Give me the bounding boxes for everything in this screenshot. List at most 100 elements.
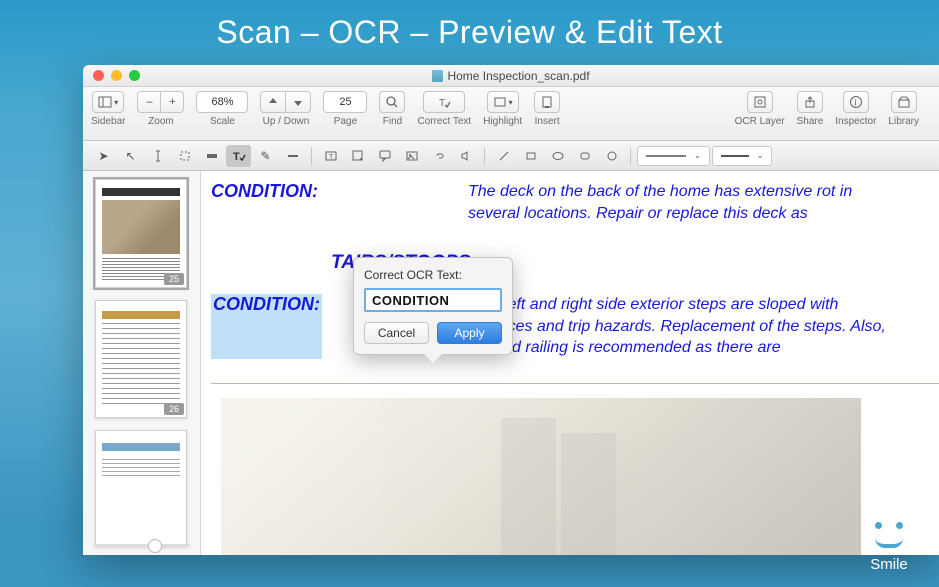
rect-tool[interactable] — [518, 145, 543, 167]
share-icon — [803, 95, 817, 109]
separator — [630, 147, 631, 165]
redact-tool[interactable] — [199, 145, 224, 167]
chevron-down-icon: ⌄ — [757, 151, 764, 160]
page-field[interactable] — [323, 91, 367, 113]
svg-text:T: T — [439, 98, 445, 109]
marker-icon: ✎ — [260, 149, 270, 163]
info-icon: i — [849, 95, 863, 109]
image-icon — [405, 149, 419, 163]
share-button[interactable] — [797, 91, 823, 113]
page-thumbnail[interactable] — [95, 430, 187, 547]
popover-label: Correct OCR Text: — [364, 268, 502, 282]
note-tool[interactable] — [345, 145, 370, 167]
page-up-button[interactable] — [260, 91, 286, 113]
library-button[interactable] — [891, 91, 917, 113]
rounded-rect-icon — [578, 149, 592, 163]
arrow-tool[interactable]: ➤ — [91, 145, 116, 167]
heading-condition[interactable]: CONDITION: — [211, 181, 318, 224]
cancel-button[interactable]: Cancel — [364, 322, 429, 344]
correct-text-button[interactable]: T — [423, 91, 465, 113]
highlight-label: Highlight — [483, 116, 522, 127]
text-edit-icon: T — [232, 149, 246, 163]
embedded-photo — [221, 398, 861, 555]
divider — [211, 383, 939, 384]
search-icon — [385, 95, 399, 109]
rounded-tool[interactable] — [572, 145, 597, 167]
chevron-down-icon: ⌄ — [694, 151, 701, 160]
find-button[interactable] — [379, 91, 405, 113]
apply-button[interactable]: Apply — [437, 322, 502, 344]
content-area: 25 26 CONDITION: The deck on the back of… — [83, 171, 939, 555]
comment-icon — [378, 149, 392, 163]
text-cursor-icon — [151, 149, 165, 163]
line-icon — [497, 149, 511, 163]
polygon-icon — [605, 149, 619, 163]
polygon-tool[interactable] — [599, 145, 624, 167]
highlight-icon — [493, 95, 507, 109]
svg-text:i: i — [854, 98, 856, 108]
arrow-down-icon — [291, 95, 305, 109]
highlight-tool[interactable]: ✎ — [253, 145, 278, 167]
text-correct-icon: T — [437, 95, 451, 109]
library-icon — [897, 95, 911, 109]
zoom-in-button[interactable]: + — [160, 91, 184, 113]
pointer-icon: ↖ — [125, 149, 135, 163]
page-thumbnail[interactable]: 25 — [95, 179, 187, 288]
brand-name: Smile — [857, 556, 921, 573]
page-label: Page — [334, 116, 357, 127]
note-icon — [351, 149, 365, 163]
comment-tool[interactable] — [372, 145, 397, 167]
body-text[interactable]: The left and right side exterior steps a… — [472, 294, 892, 359]
inspector-button[interactable]: i — [843, 91, 869, 113]
correct-text-label: Correct Text — [417, 116, 471, 127]
share-label: Share — [797, 116, 824, 127]
scale-field[interactable] — [196, 91, 248, 113]
stroke-width-select[interactable]: ⌄ — [712, 146, 773, 166]
stroke-style-select[interactable]: ⌄ — [637, 146, 710, 166]
document-view[interactable]: CONDITION: The deck on the back of the h… — [201, 171, 939, 555]
ocr-layer-button[interactable] — [747, 91, 773, 113]
ocr-icon — [753, 95, 767, 109]
smile-face-icon — [865, 514, 913, 554]
thumbnail-sidebar: 25 26 — [83, 171, 201, 555]
page-number-badge: 25 — [164, 273, 184, 285]
correct-ocr-popover: Correct OCR Text: Cancel Apply — [353, 257, 513, 355]
correct-text-tool[interactable]: T — [226, 145, 251, 167]
text-select-tool[interactable] — [145, 145, 170, 167]
ellipse-tool[interactable] — [545, 145, 570, 167]
scale-label: Scale — [210, 116, 235, 127]
page-down-button[interactable] — [285, 91, 311, 113]
speaker-icon — [459, 149, 473, 163]
strike-icon — [286, 149, 300, 163]
find-label: Find — [383, 116, 402, 127]
sidebar-toggle-button[interactable]: ▾ — [92, 91, 124, 113]
thumbnail-zoom-slider[interactable] — [93, 544, 190, 547]
sound-tool[interactable] — [453, 145, 478, 167]
svg-text:T: T — [329, 154, 334, 161]
link-tool[interactable] — [426, 145, 451, 167]
sidebar-label: Sidebar — [91, 116, 125, 127]
link-icon — [432, 149, 446, 163]
body-text[interactable]: The deck on the back of the home has ext… — [468, 181, 888, 224]
crop-tool[interactable] — [172, 145, 197, 167]
stamp-tool[interactable] — [399, 145, 424, 167]
highlight-button[interactable]: ▾ — [487, 91, 519, 113]
textbox-icon: T — [324, 149, 338, 163]
insert-label: Insert — [535, 116, 560, 127]
ocr-text-input[interactable] — [364, 288, 502, 312]
select-tool[interactable]: ↖ — [118, 145, 143, 167]
page-thumbnail[interactable]: 26 — [95, 300, 187, 417]
edit-toolbar: ➤ ↖ T ✎ T ⌄ ⌄ — [83, 141, 939, 171]
heading-condition-selected[interactable]: CONDITION: — [211, 294, 322, 359]
promo-title: Scan – OCR – Preview & Edit Text — [0, 0, 939, 61]
insert-button[interactable] — [534, 91, 560, 113]
window-titlebar: Home Inspection_scan.pdf — [83, 65, 939, 87]
ocr-label: OCR Layer — [735, 116, 785, 127]
line-tool[interactable] — [491, 145, 516, 167]
text-box-tool[interactable]: T — [318, 145, 343, 167]
redact-icon — [205, 149, 219, 163]
strike-tool[interactable] — [280, 145, 305, 167]
main-toolbar: ▾ Sidebar – + Zoom Scale Up / Down Pag — [83, 87, 939, 141]
zoom-out-button[interactable]: – — [137, 91, 161, 113]
document-icon — [432, 70, 443, 82]
